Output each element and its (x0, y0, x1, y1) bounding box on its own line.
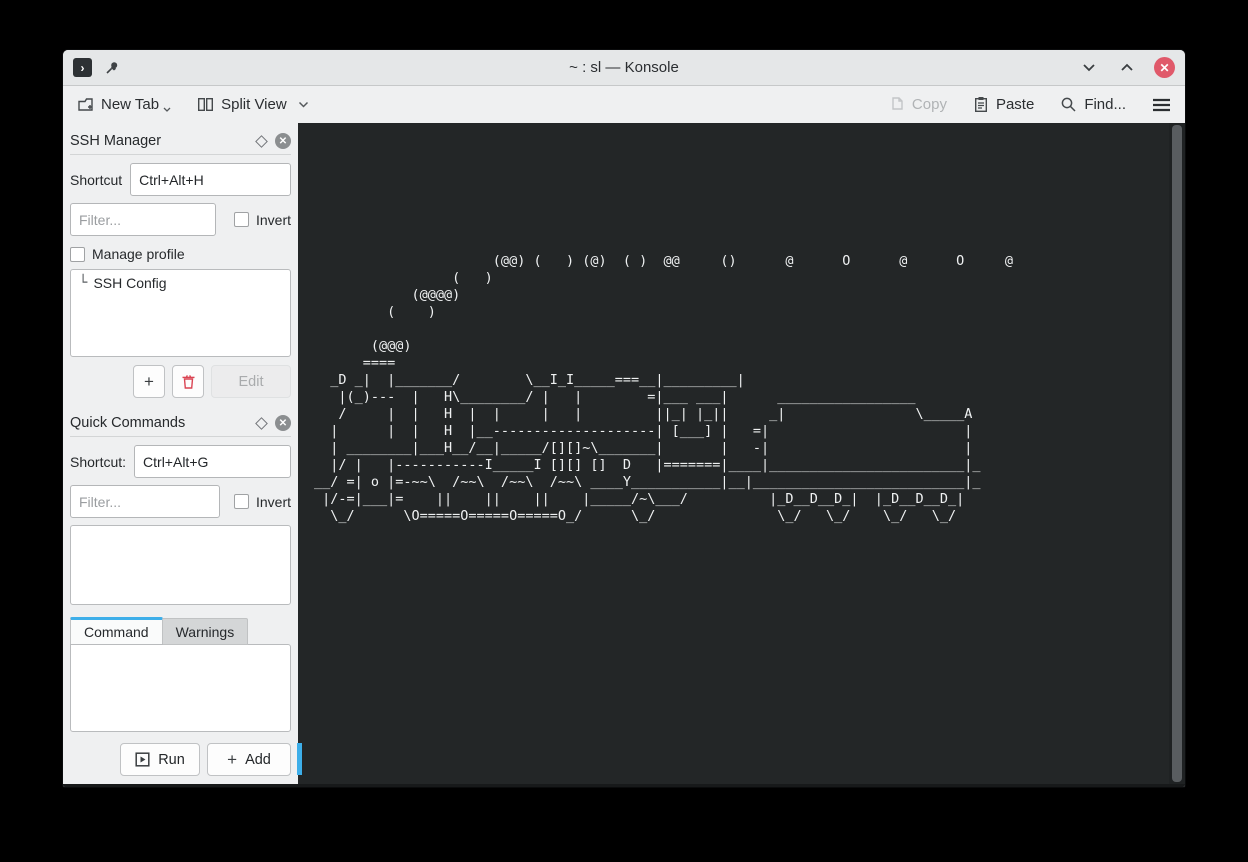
tree-item-label: SSH Config (93, 275, 166, 291)
qc-shortcut-row: Shortcut: (70, 445, 291, 478)
float-panel-icon[interactable] (255, 417, 268, 430)
copy-label: Copy (912, 96, 947, 113)
split-view-button[interactable]: Split View (197, 96, 309, 113)
qc-invert-label: Invert (256, 494, 291, 510)
qc-tabs: Command Warnings (70, 617, 291, 645)
qc-command-editor[interactable] (70, 644, 291, 732)
delete-ssh-button[interactable] (172, 365, 204, 398)
close-button[interactable]: ✕ (1154, 57, 1175, 78)
new-tab-button[interactable]: New Tab (77, 96, 171, 113)
qc-shortcut-input[interactable] (134, 445, 291, 478)
close-icon: ✕ (279, 136, 287, 147)
ssh-invert-checkbox[interactable] (234, 212, 249, 227)
new-tab-icon (77, 96, 94, 113)
paste-label: Paste (996, 96, 1034, 113)
ssh-invert-label: Invert (256, 212, 291, 228)
ssh-shortcut-label: Shortcut (70, 172, 122, 188)
edit-ssh-button[interactable]: Edit (211, 365, 291, 398)
terminal-display[interactable]: (@@) ( ) (@) ( ) @@ () @ O @ O @ ( ) (@@… (298, 123, 1185, 784)
paste-icon (973, 96, 989, 113)
run-icon (135, 752, 150, 767)
hamburger-icon (1152, 98, 1171, 112)
find-button[interactable]: Find... (1060, 96, 1126, 113)
qc-filter-row: Invert (70, 485, 291, 518)
search-icon (1060, 96, 1077, 113)
close-icon: ✕ (279, 418, 287, 429)
manage-profile-label: Manage profile (92, 246, 185, 262)
pin-icon[interactable] (104, 60, 120, 76)
ssh-config-tree[interactable]: └ SSH Config (70, 269, 291, 357)
quick-commands-title: Quick Commands (70, 415, 185, 431)
manage-profile-row: Manage profile (70, 246, 291, 262)
run-button[interactable]: Run (120, 743, 200, 776)
run-label: Run (158, 752, 185, 768)
window-title: ~ : sl — Konsole (63, 59, 1185, 76)
qc-invert-checkbox[interactable] (234, 494, 249, 509)
ssh-shortcut-input[interactable] (130, 163, 291, 196)
konsole-app-icon: › (73, 58, 92, 77)
chevron-up-icon (1120, 63, 1134, 72)
ssh-buttons-row: + Edit (70, 365, 291, 398)
manage-profile-checkbox[interactable] (70, 247, 85, 262)
add-ssh-button[interactable]: + (133, 365, 165, 398)
ssh-filter-row: Invert (70, 203, 291, 236)
add-command-button[interactable]: + Add (207, 743, 291, 776)
desktop: › ~ : sl — Konsole ✕ (0, 0, 1248, 862)
ssh-manager-header[interactable]: SSH Manager ✕ (70, 128, 291, 155)
find-label: Find... (1084, 96, 1126, 113)
titlebar[interactable]: › ~ : sl — Konsole ✕ (63, 50, 1185, 86)
qc-buttons-row: Run + Add (70, 743, 291, 776)
close-panel-button[interactable]: ✕ (275, 415, 291, 431)
split-view-label: Split View (221, 96, 287, 113)
toolbar: New Tab Split View Copy (63, 86, 1185, 123)
minimize-button[interactable] (1078, 57, 1100, 79)
tab-command[interactable]: Command (70, 617, 163, 644)
qc-command-list[interactable] (70, 525, 291, 605)
trash-icon (181, 374, 196, 390)
float-panel-icon[interactable] (255, 135, 268, 148)
konsole-window: › ~ : sl — Konsole ✕ (63, 50, 1185, 787)
split-view-icon (197, 96, 214, 113)
copy-icon (889, 96, 905, 113)
sidebar: SSH Manager ✕ Shortcut Invert (63, 123, 298, 784)
tab-warnings[interactable]: Warnings (163, 618, 249, 645)
maximize-button[interactable] (1116, 57, 1138, 79)
menu-button[interactable] (1152, 98, 1171, 112)
quick-commands-header[interactable]: Quick Commands ✕ (70, 410, 291, 437)
chevron-down-icon (163, 107, 171, 112)
plus-icon: + (144, 373, 154, 390)
close-icon: ✕ (1159, 61, 1169, 75)
ssh-manager-title: SSH Manager (70, 133, 161, 149)
close-panel-button[interactable]: ✕ (275, 133, 291, 149)
chevron-down-icon (1082, 63, 1096, 72)
qc-shortcut-label: Shortcut: (70, 454, 126, 470)
copy-button[interactable]: Copy (889, 96, 947, 113)
ssh-shortcut-row: Shortcut (70, 163, 291, 196)
window-bottom-edge (63, 784, 1185, 787)
ssh-filter-input[interactable] (70, 203, 216, 236)
chevron-down-icon (298, 101, 309, 108)
scrollbar-thumb[interactable] (1172, 125, 1182, 782)
edit-label: Edit (239, 374, 264, 390)
tree-item-ssh-config[interactable]: └ SSH Config (71, 270, 290, 296)
splitter-accent[interactable] (297, 743, 302, 775)
add-label: Add (245, 752, 271, 768)
plus-icon: + (227, 751, 237, 768)
ascii-train: (@@) ( ) (@) ( ) @@ () @ O @ O @ ( ) (@@… (314, 253, 1013, 525)
terminal-scrollbar[interactable] (1169, 123, 1185, 784)
new-tab-label: New Tab (101, 96, 159, 113)
window-body: SSH Manager ✕ Shortcut Invert (63, 123, 1185, 784)
tree-branch-icon: └ (79, 275, 87, 291)
qc-filter-input[interactable] (70, 485, 220, 518)
paste-button[interactable]: Paste (973, 96, 1034, 113)
